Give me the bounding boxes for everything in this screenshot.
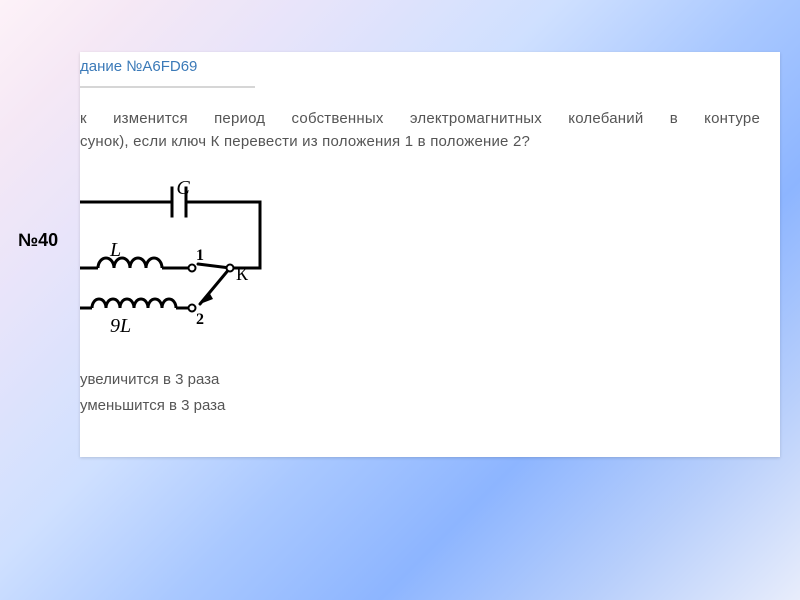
- contact-1: [189, 265, 196, 272]
- question-text: к изменится период собственных электрома…: [80, 107, 760, 154]
- label-L: L: [109, 239, 121, 261]
- label-pos1: 1: [196, 247, 204, 264]
- circuit-svg: C L 1 9: [80, 180, 290, 350]
- label-K: К: [236, 264, 249, 284]
- label-pos2: 2: [196, 311, 204, 328]
- task-card: дание №A6FD69 к изменится период собстве…: [80, 52, 780, 457]
- label-9L: 9L: [110, 315, 131, 337]
- question-line-2: сунок), если ключ К перевести из положен…: [80, 130, 760, 153]
- question-line-1: к изменится период собственных электрома…: [80, 107, 760, 130]
- answer-list: увеличится в 3 раза уменьшится в 3 раза: [80, 367, 225, 420]
- switch-arrowhead: [200, 292, 213, 304]
- circuit-diagram: C L 1 9: [80, 180, 290, 350]
- task-id-header: дание №A6FD69: [80, 52, 255, 88]
- label-C: C: [176, 180, 190, 199]
- slide-number-label: №40: [18, 230, 58, 251]
- contact-2: [189, 305, 196, 312]
- switch-pivot: [227, 265, 234, 272]
- slide-background: №40 3 дание №A6FD69 к изменится период с…: [0, 0, 800, 600]
- answer-option-2: уменьшится в 3 раза: [80, 393, 225, 419]
- answer-option-1: увеличится в 3 раза: [80, 367, 225, 393]
